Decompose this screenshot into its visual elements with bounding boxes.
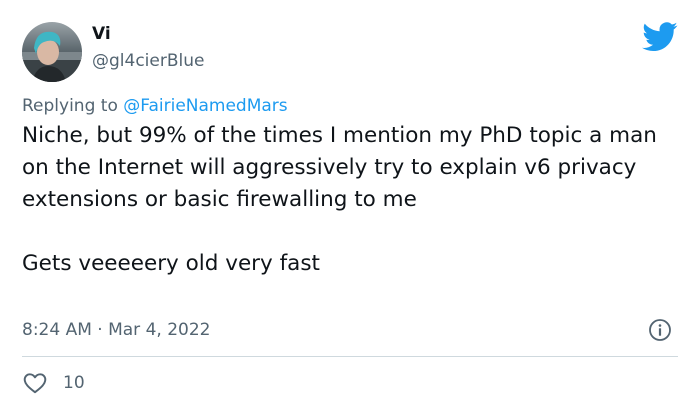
tweet-text: Niche, but 99% of the times I mention my… — [22, 120, 682, 280]
reply-mention-link[interactable]: @FairieNamedMars — [123, 96, 287, 116]
avatar[interactable] — [22, 22, 82, 82]
twitter-bird-icon[interactable] — [642, 22, 678, 52]
info-icon[interactable] — [648, 318, 672, 342]
replying-to-line: Replying to @FairieNamedMars — [22, 95, 288, 117]
heart-icon[interactable] — [22, 370, 48, 396]
author-display-name[interactable]: Vi — [92, 23, 111, 45]
tweet-card: Vi @gl4cierBlue Replying to @FairieNamed… — [0, 0, 700, 410]
author-handle[interactable]: @gl4cierBlue — [92, 50, 204, 72]
replying-to-label: Replying to — [22, 96, 118, 116]
divider — [22, 356, 678, 357]
avatar-image — [22, 22, 82, 82]
like-count: 10 — [63, 373, 85, 393]
tweet-paragraph: Gets veeeeery old very fast — [22, 251, 320, 276]
tweet-timestamp[interactable]: 8:24 AM · Mar 4, 2022 — [22, 319, 210, 341]
tweet-paragraph: Niche, but 99% of the times I mention my… — [22, 123, 657, 212]
